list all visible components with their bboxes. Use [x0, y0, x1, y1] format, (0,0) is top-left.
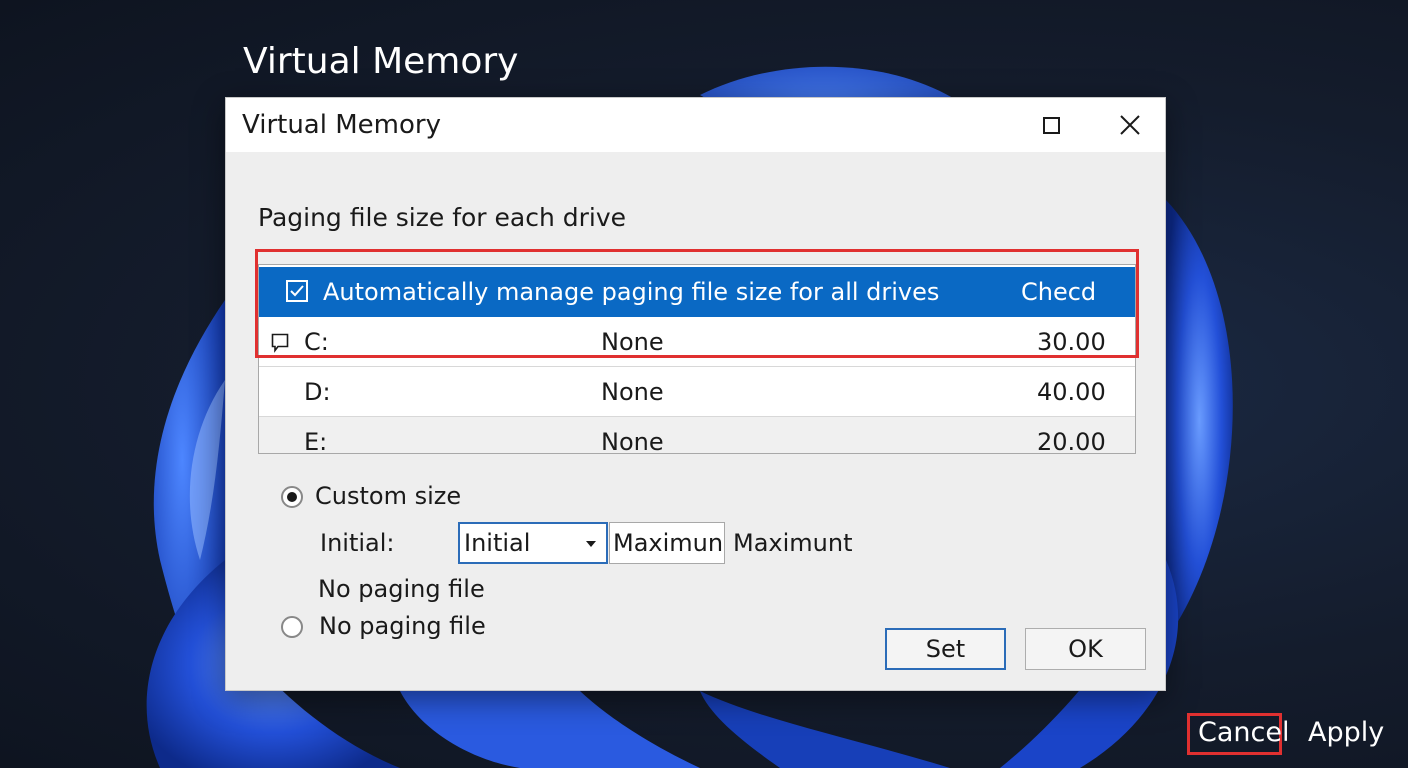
maximum-input-value: Maximun: [613, 529, 724, 557]
drive-label: D:: [304, 378, 331, 406]
drive-row-d[interactable]: D: None 40.00: [259, 367, 1135, 417]
auto-manage-checkbox[interactable]: [286, 280, 308, 302]
cancel-button[interactable]: Cancel: [1198, 715, 1289, 751]
set-button[interactable]: Set: [885, 628, 1006, 670]
initial-size-select[interactable]: Initial: [458, 522, 608, 564]
dialog-title: Virtual Memory: [242, 110, 441, 140]
maximize-icon: [1042, 116, 1060, 134]
ok-button[interactable]: OK: [1025, 628, 1146, 670]
chevron-down-icon: [586, 541, 596, 547]
no-paging-radio[interactable]: [281, 616, 303, 638]
maximum-label: Maximunt: [733, 529, 853, 557]
apply-button[interactable]: Apply: [1308, 715, 1384, 751]
close-button[interactable]: [1102, 102, 1158, 148]
checkbox-checked-icon: [290, 285, 304, 297]
custom-size-label: Custom size: [315, 482, 462, 510]
no-paging-radio-label: No paging file: [319, 612, 486, 640]
comment-icon: [271, 333, 289, 353]
drive-row-c[interactable]: C: None 30.00: [259, 317, 1135, 367]
initial-label: Initial:: [320, 529, 395, 557]
dialog-titlebar: Virtual Memory: [226, 98, 1165, 152]
close-icon: [1120, 115, 1140, 135]
drive-size: 20.00: [1037, 428, 1106, 454]
drive-label: E:: [304, 428, 328, 454]
drive-label: C:: [304, 328, 329, 356]
auto-manage-label: Automatically manage paging file size fo…: [323, 278, 940, 306]
background-window-title: Virtual Memory: [243, 41, 519, 82]
drive-size: 30.00: [1037, 328, 1106, 356]
drive-list[interactable]: Automatically manage paging file size fo…: [258, 264, 1136, 454]
drive-status: None: [601, 328, 664, 356]
maximum-size-input[interactable]: Maximun: [609, 522, 725, 564]
drive-row-e[interactable]: E: None 20.00: [259, 417, 1135, 454]
maximize-button[interactable]: [1023, 102, 1079, 148]
no-paging-note: No paging file: [318, 575, 485, 603]
initial-select-value: Initial: [464, 529, 531, 557]
auto-manage-value: Checd: [1021, 278, 1097, 306]
section-label: Paging file size for each drive: [258, 203, 627, 232]
auto-manage-row[interactable]: Automatically manage paging file size fo…: [259, 267, 1135, 317]
drive-status: None: [601, 378, 664, 406]
virtual-memory-dialog: Virtual Memory Paging file size for each…: [225, 97, 1166, 691]
drive-status: None: [601, 428, 664, 454]
custom-size-radio[interactable]: [281, 486, 303, 508]
drive-size: 40.00: [1037, 378, 1106, 406]
